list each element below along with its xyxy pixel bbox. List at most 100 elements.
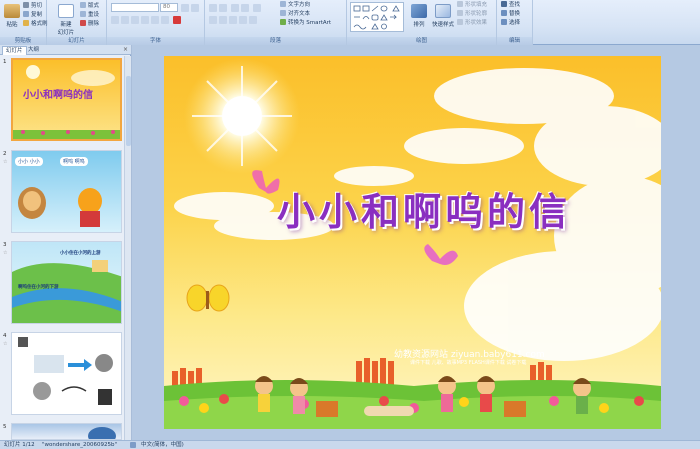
align-text-button[interactable]: 对齐文本 xyxy=(280,10,310,18)
spellcheck-icon[interactable] xyxy=(130,442,136,448)
slides-pane: 幻灯片 大纲 × 1 小小和啊呜的信 2 ☆ 小小 小小 啊呜 啊呜 3 ☆ 小… xyxy=(0,45,131,440)
pane-tabs: 幻灯片 大纲 × xyxy=(0,45,131,55)
shape-outline-button[interactable]: 形状轮廓 xyxy=(457,10,487,18)
align-left-icon[interactable] xyxy=(209,16,217,24)
thumbnail-scrollbar[interactable] xyxy=(124,56,131,440)
drawing-group: 排列 快速样式 形状填充 形状轮廓 形状效果 绘图 xyxy=(347,0,497,45)
smartart-button[interactable]: 转换为 SmartArt xyxy=(280,19,331,27)
new-slide-button[interactable]: 新建 幻灯片 xyxy=(55,3,77,36)
clipboard-label: 剪贴板 xyxy=(0,37,46,45)
reset-icon xyxy=(80,11,86,17)
speech-bubble: 小小 小小 xyxy=(15,157,43,166)
slide-thumbnail-5[interactable] xyxy=(11,423,122,440)
language-indicator[interactable]: 中文(简体，中国) xyxy=(141,441,184,449)
replace-icon xyxy=(501,10,507,16)
animation-star-icon: ☆ xyxy=(3,250,8,256)
copy-icon xyxy=(23,11,29,17)
line-spacing-icon[interactable] xyxy=(253,4,261,12)
spacing-icon[interactable] xyxy=(161,16,169,24)
editing-label: 编辑 xyxy=(497,37,532,45)
slide-number: 5 xyxy=(3,424,7,430)
italic-icon[interactable] xyxy=(121,16,129,24)
animation-star-icon: ☆ xyxy=(3,159,8,165)
slide-text: 啊呜住在小河的下游 xyxy=(18,285,59,290)
numbering-icon[interactable] xyxy=(219,4,227,12)
clipboard-group: 粘贴 剪切 复制 格式刷 剪贴板 xyxy=(0,0,48,45)
align-right-icon[interactable] xyxy=(229,16,237,24)
outline-pen-icon xyxy=(457,10,463,16)
format-painter-button[interactable]: 格式刷 xyxy=(23,20,48,28)
shrink-font-icon[interactable] xyxy=(191,4,199,12)
slide-editing-area: 小小和啊呜的信 幼教资源网站 ziyuan.baby611.com 课件下载 儿… xyxy=(132,45,700,440)
slide-canvas[interactable]: 小小和啊呜的信 幼教资源网站 ziyuan.baby611.com 课件下载 儿… xyxy=(164,56,661,429)
close-icon[interactable]: × xyxy=(123,46,128,53)
smartart-icon xyxy=(280,19,286,25)
increase-indent-icon[interactable] xyxy=(241,4,249,12)
tab-slides[interactable]: 幻灯片 xyxy=(2,46,27,55)
brush-icon xyxy=(23,20,29,26)
decrease-indent-icon[interactable] xyxy=(231,4,239,12)
shadow-icon[interactable] xyxy=(151,16,159,24)
layout-button[interactable]: 版式 xyxy=(80,2,99,10)
slide-number: 1 xyxy=(3,59,7,65)
delete-slide-button[interactable]: 删除 xyxy=(80,20,99,28)
font-group: 80 字体 xyxy=(107,0,205,45)
cut-button[interactable]: 剪切 xyxy=(23,2,42,10)
font-color-icon[interactable] xyxy=(173,16,181,24)
columns-icon[interactable] xyxy=(249,16,257,24)
slide-number: 3 xyxy=(3,242,7,248)
tab-outline[interactable]: 大纲 xyxy=(25,46,42,55)
scissors-icon xyxy=(23,2,29,8)
animation-star-icon: ☆ xyxy=(3,341,8,347)
slide-number: 4 xyxy=(3,333,7,339)
underline-icon[interactable] xyxy=(131,16,139,24)
status-bar: 幻灯片 1/12 "wondershare_20060925b" 中文(简体，中… xyxy=(0,440,700,449)
arrange-button[interactable]: 排列 xyxy=(409,3,429,33)
shape-fill-button[interactable]: 形状填充 xyxy=(457,1,487,9)
slide-thumbnail-3[interactable]: 小小住在小河的上游 啊呜住在小河的下游 xyxy=(11,241,122,324)
bold-icon[interactable] xyxy=(111,16,119,24)
replace-button[interactable]: 替换 xyxy=(501,10,520,18)
align-text-icon xyxy=(280,10,286,16)
slide-thumbnail-2[interactable]: 小小 小小 啊呜 啊呜 xyxy=(11,150,122,233)
slide-thumbnail-4[interactable] xyxy=(11,332,122,415)
strikethrough-icon[interactable] xyxy=(141,16,149,24)
paste-icon xyxy=(4,4,20,18)
text-direction-icon xyxy=(280,1,286,7)
font-name-combo[interactable] xyxy=(111,3,159,12)
quick-styles-icon xyxy=(435,4,451,18)
reset-button[interactable]: 重设 xyxy=(80,11,99,19)
paragraph-group: 文字方向 对齐文本 转换为 SmartArt 段落 xyxy=(205,0,347,45)
theme-name: "wondershare_20060925b" xyxy=(42,442,118,448)
shapes-gallery[interactable] xyxy=(350,2,404,32)
watermark-subtext: 课件下载 儿歌、故事MP3 FLASH课件下载 试卷下载 xyxy=(410,360,527,366)
slide-number: 2 xyxy=(3,151,7,157)
fill-bucket-icon xyxy=(457,1,463,7)
font-size-combo[interactable]: 80 xyxy=(160,3,178,12)
arrange-icon xyxy=(411,4,427,18)
slide-thumbnail-1[interactable]: 小小和啊呜的信 xyxy=(11,58,122,141)
justify-icon[interactable] xyxy=(239,16,247,24)
drawing-label: 绘图 xyxy=(347,37,496,45)
copy-button[interactable]: 复制 xyxy=(23,11,42,19)
quick-styles-button[interactable]: 快速样式 xyxy=(431,3,455,33)
thumbnail-title: 小小和啊呜的信 xyxy=(23,90,93,101)
shape-effects-button[interactable]: 形状效果 xyxy=(457,19,487,27)
align-center-icon[interactable] xyxy=(219,16,227,24)
paragraph-label: 段落 xyxy=(205,37,346,45)
cursor-icon xyxy=(501,19,507,25)
grow-font-icon[interactable] xyxy=(181,4,189,12)
speech-bubble: 啊呜 啊呜 xyxy=(60,157,88,166)
select-button[interactable]: 选择 xyxy=(501,19,520,27)
paste-button[interactable]: 粘贴 xyxy=(2,3,22,33)
text-direction-button[interactable]: 文字方向 xyxy=(280,1,310,9)
slide-title[interactable]: 小小和啊呜的信 xyxy=(234,181,614,236)
find-button[interactable]: 查找 xyxy=(501,1,520,9)
bullets-icon[interactable] xyxy=(209,4,217,12)
shapes-icon xyxy=(353,5,400,30)
scrollbar-thumb[interactable] xyxy=(126,76,131,146)
slide-position: 幻灯片 1/12 xyxy=(4,442,35,448)
layout-icon xyxy=(80,2,86,8)
slides-group: 新建 幻灯片 版式 重设 删除 幻灯片 xyxy=(47,0,107,45)
slides-label: 幻灯片 xyxy=(47,37,106,45)
